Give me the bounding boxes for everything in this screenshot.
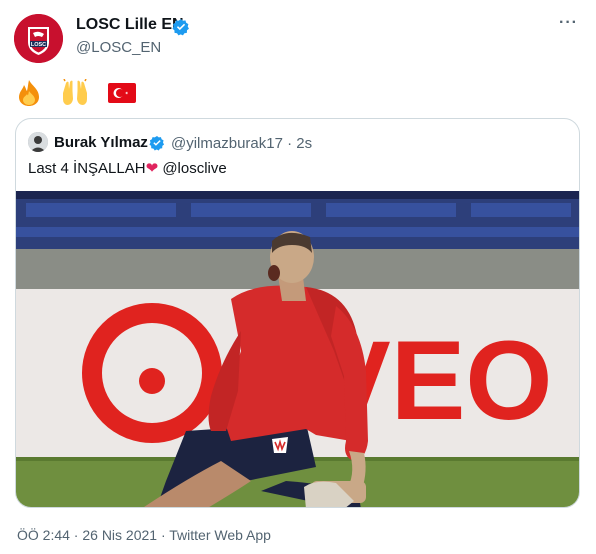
quoted-verified-badge-icon xyxy=(149,136,165,151)
losc-avatar[interactable]: LOSC xyxy=(14,14,63,63)
tweet-text-emojis xyxy=(16,77,154,112)
author-display-name[interactable]: LOSC Lille EN xyxy=(76,16,184,34)
raised-hands-emoji-icon xyxy=(60,77,90,112)
losc-crest-logo: LOSC xyxy=(14,14,63,63)
avatar-logo-text: LOSC xyxy=(31,42,46,48)
quoted-author-name[interactable]: Burak Yılmaz xyxy=(54,134,148,151)
heart-icon: ❤ xyxy=(145,160,159,177)
mention-link[interactable]: @losclive xyxy=(162,160,226,177)
quoted-tweet-card[interactable]: Burak Yılmaz @yilmazburak17 · 2s Last 4 … xyxy=(15,118,580,508)
quoted-author-avatar[interactable] xyxy=(28,132,48,152)
turkey-flag-emoji-icon xyxy=(108,82,136,108)
fire-emoji-icon xyxy=(16,79,42,112)
quoted-tweet-body: Last 4 İNŞALLAH xyxy=(28,160,146,177)
quoted-author-handle-time[interactable]: @yilmazburak17 · 2s xyxy=(171,135,312,152)
ellipsis-icon[interactable]: ··· xyxy=(559,14,578,32)
tweet-timestamp[interactable]: ÖÖ 2:44 · 26 Nis 2021 · Twitter Web App xyxy=(17,527,271,543)
quoted-tweet-photo[interactable]: VEO xyxy=(16,191,579,507)
verified-badge-icon xyxy=(172,19,189,36)
quoted-tweet-text: Last 4 İNŞALLAH❤ @losclive xyxy=(28,159,227,177)
author-handle[interactable]: @LOSC_EN xyxy=(76,39,161,56)
